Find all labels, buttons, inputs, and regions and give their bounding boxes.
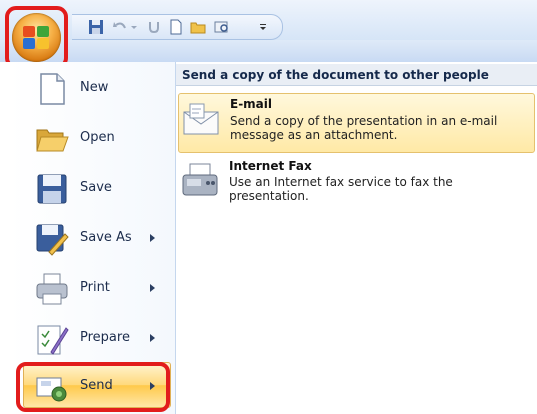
submenu-arrow-icon — [150, 334, 155, 342]
undo-dropdown-icon[interactable] — [130, 19, 138, 35]
office-button-highlight — [5, 6, 68, 69]
email-option[interactable]: E-mail Send a copy of the presentation i… — [178, 93, 535, 153]
menu-item-open[interactable]: Open — [9, 112, 175, 164]
send-highlight-ring — [16, 362, 170, 412]
menu-item-prepare[interactable]: Prepare — [9, 312, 175, 364]
menu-item-print[interactable]: Print — [9, 262, 175, 314]
ribbon-band — [0, 40, 537, 62]
prepare-icon — [37, 325, 69, 355]
send-panel-header: Send a copy of the document to other peo… — [176, 64, 537, 86]
open-folder-icon — [36, 129, 69, 152]
print-preview-icon[interactable] — [214, 19, 230, 35]
customize-toolbar-icon[interactable] — [258, 19, 268, 35]
menu-item-label: Save — [80, 180, 112, 195]
menu-item-save[interactable]: Save — [9, 162, 175, 214]
email-option-title: E-mail — [230, 97, 273, 111]
redo-icon[interactable] — [146, 19, 162, 35]
submenu-arrow-icon — [150, 284, 155, 292]
save-as-icon — [36, 224, 69, 256]
menu-item-label: Save As — [80, 230, 132, 245]
undo-icon[interactable] — [112, 19, 128, 35]
submenu-arrow-icon — [150, 234, 155, 242]
email-envelope-icon — [183, 103, 219, 135]
save-icon[interactable] — [88, 19, 104, 35]
save-disk-icon — [37, 174, 67, 204]
email-option-description: Send a copy of the presentation in an e-… — [230, 114, 498, 142]
new-document-icon — [40, 73, 65, 105]
fax-option-description: Use an Internet fax service to fax the p… — [229, 175, 453, 203]
menu-item-label: Print — [80, 280, 110, 295]
internet-fax-option[interactable]: Internet Fax Use an Internet fax service… — [178, 155, 535, 215]
fax-option-title: Internet Fax — [229, 159, 312, 173]
open-file-icon[interactable] — [190, 19, 206, 35]
printer-icon — [36, 273, 68, 305]
menu-item-save-as[interactable]: Save As — [9, 212, 175, 264]
fax-machine-icon — [182, 163, 218, 196]
menu-item-label: Open — [80, 130, 115, 145]
menu-item-label: Prepare — [80, 330, 130, 345]
menu-item-label: New — [80, 80, 109, 95]
new-file-icon[interactable] — [168, 19, 184, 35]
quick-access-toolbar — [72, 14, 283, 40]
menu-item-new[interactable]: New — [9, 62, 175, 114]
